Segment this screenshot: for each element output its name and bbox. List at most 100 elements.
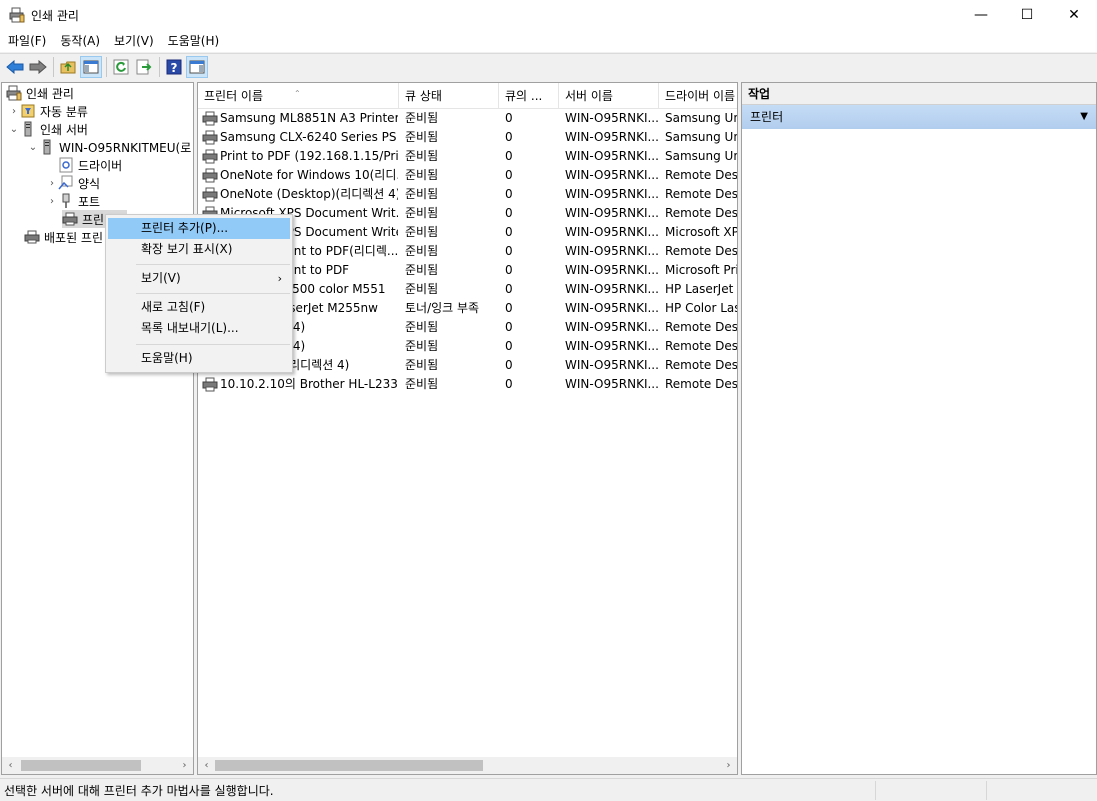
cell-jobs: 0 (505, 377, 513, 391)
tree-item-label: 배포된 프린 (44, 230, 104, 245)
menu-action[interactable]: 동작(A) (54, 30, 106, 52)
title-bar: 인쇄 관리 — ☐ ✕ (0, 0, 1097, 30)
cell-server-name: WIN-O95RNKI... (565, 130, 659, 144)
menu-bar: 파일(F) 동작(A) 보기(V) 도움말(H) (0, 30, 1097, 52)
table-row[interactable]: OneNote (Desktop)(리디렉션 4) 준비됨 0 WIN-O95RNKI… (198, 185, 737, 204)
chevron-right-icon[interactable]: › (8, 106, 20, 117)
menu-item-view[interactable]: 보기(V) › (108, 268, 290, 289)
table-row[interactable]: 10.10.2.10의 Brother HL-L233... 준비됨 0 WIN-O9… (198, 375, 738, 394)
show-hide-tree-icon[interactable] (80, 56, 102, 78)
scroll-thumb[interactable] (215, 760, 483, 771)
menu-view[interactable]: 보기(V) (108, 30, 160, 52)
table-row[interactable]: Print to PDF (192.168.1.15/Pri... 준비됨 0 WIN… (198, 147, 737, 166)
cell-printer-name: OneNote for Windows 10(리디... (220, 168, 398, 182)
cell-queue-status: 준비됨 (405, 149, 439, 163)
tree-item-ports[interactable]: › 포트 (46, 192, 100, 210)
menu-separator (136, 344, 290, 345)
tree-item-server[interactable]: ⌄ WIN-O95RNKITMEU(로 (27, 138, 191, 156)
cell-server-name: WIN-O95RNKI... (565, 358, 659, 372)
export-list-icon[interactable] (133, 56, 155, 78)
actions-group-printers[interactable]: 프린터 ▼ (742, 105, 1096, 129)
tree-item-print-servers[interactable]: ⌄ 인쇄 서버 (8, 120, 88, 138)
help-icon[interactable]: ? (163, 56, 185, 78)
column-header-driver-name[interactable]: 드라이버 이름 (659, 83, 737, 109)
chevron-down-icon[interactable]: ⌄ (27, 142, 39, 153)
scroll-thumb[interactable] (21, 760, 141, 771)
table-row[interactable]: Samsung ML8851N A3 Printer 준비됨 0 WIN-O95RNK… (198, 109, 737, 128)
menu-item-add-printer[interactable]: 프린터 추가(P)... (108, 218, 290, 239)
minimize-button[interactable]: — (958, 0, 1004, 30)
cell-server-name: WIN-O95RNKI... (565, 377, 659, 391)
printer-icon (202, 111, 218, 126)
printer-icon (202, 149, 218, 164)
cell-jobs: 0 (505, 206, 513, 220)
table-row[interactable]: OneNote for Windows 10(리디... 준비됨 0 WIN-O95R… (198, 166, 737, 185)
server-icon (20, 121, 36, 137)
tree-item-forms[interactable]: › 양식 (46, 174, 100, 192)
cell-queue-status: 준비됨 (405, 339, 439, 353)
chevron-right-icon[interactable]: › (46, 196, 58, 207)
menu-item-help[interactable]: 도움말(H) (108, 348, 290, 369)
show-hide-action-pane-icon[interactable] (186, 56, 208, 78)
cell-jobs: 0 (505, 358, 513, 372)
cell-queue-status: 준비됨 (405, 206, 439, 220)
column-header-queue-status[interactable]: 큐 상태 (399, 83, 499, 109)
list-horizontal-scrollbar[interactable]: ‹ › (198, 757, 737, 774)
menu-help[interactable]: 도움말(H) (162, 30, 226, 52)
collapse-arrow-icon[interactable]: ▼ (1080, 105, 1088, 129)
cell-server-name: WIN-O95RNKI... (565, 225, 659, 239)
cell-jobs: 0 (505, 320, 513, 334)
filter-folder-icon (20, 103, 36, 119)
actions-header: 작업 (742, 83, 1096, 105)
forward-icon[interactable] (27, 56, 49, 78)
tree-horizontal-scrollbar[interactable]: ‹ › (2, 757, 193, 774)
scroll-left-icon[interactable]: ‹ (198, 757, 215, 774)
cell-server-name: WIN-O95RNKI... (565, 339, 659, 353)
cell-jobs: 0 (505, 301, 513, 315)
cell-printer-name: Samsung CLX-6240 Series PS (220, 130, 397, 144)
scroll-track[interactable] (215, 757, 720, 774)
cell-queue-status: 준비됨 (405, 377, 439, 391)
cell-queue-status: 준비됨 (405, 168, 439, 182)
cell-driver-name: Remote Desk (665, 377, 738, 391)
column-header-label: 프린터 이름 (204, 89, 264, 103)
cell-printer-name: Print to PDF (192.168.1.15/Pri... (220, 149, 398, 163)
menu-item-refresh[interactable]: 새로 고침(F) (108, 297, 290, 318)
menu-file[interactable]: 파일(F) (2, 30, 52, 52)
toolbar-separator (53, 57, 54, 77)
tree-item-auto-filter[interactable]: › 자동 분류 (8, 102, 88, 120)
cell-jobs: 0 (505, 263, 513, 277)
column-header-jobs[interactable]: 큐의 ... (499, 83, 559, 109)
scroll-track[interactable] (19, 757, 176, 774)
context-menu: 프린터 추가(P)... 확장 보기 표시(X) 보기(V) › 새로 고침(F… (105, 214, 293, 373)
tree-root[interactable]: 인쇄 관리 (6, 84, 74, 102)
menu-item-export-list[interactable]: 목록 내보내기(L)... (108, 318, 290, 339)
column-header-server-name[interactable]: 서버 이름 (559, 83, 659, 109)
tree-item-drivers[interactable]: 드라이버 (58, 156, 122, 174)
print-management-icon (6, 85, 22, 101)
back-icon[interactable] (4, 56, 26, 78)
scroll-right-icon[interactable]: › (720, 757, 737, 774)
scroll-left-icon[interactable]: ‹ (2, 757, 19, 774)
cell-queue-status: 준비됨 (405, 130, 439, 144)
close-button[interactable]: ✕ (1051, 0, 1097, 30)
chevron-down-icon[interactable]: ⌄ (8, 124, 20, 135)
cell-driver-name: HP Color Las (665, 301, 738, 315)
cell-server-name: WIN-O95RNKI... (565, 149, 659, 163)
cell-queue-status: 준비됨 (405, 282, 439, 296)
up-folder-icon[interactable] (57, 56, 79, 78)
cell-driver-name: Remote Desk (665, 244, 738, 258)
cell-driver-name: Microsoft Prin (665, 263, 737, 277)
cell-server-name: WIN-O95RNKI... (565, 320, 659, 334)
toolbar-separator (159, 57, 160, 77)
cell-queue-status: 준비됨 (405, 111, 439, 125)
refresh-icon[interactable] (110, 56, 132, 78)
tree-root-label: 인쇄 관리 (26, 86, 74, 101)
menu-item-extended-view[interactable]: 확장 보기 표시(X) (108, 239, 290, 260)
maximize-button[interactable]: ☐ (1004, 0, 1050, 30)
scroll-right-icon[interactable]: › (176, 757, 193, 774)
column-header-printer-name[interactable]: 프린터 이름 ⌃ (198, 83, 399, 109)
tree-item-deployed-printers[interactable]: 배포된 프린 (24, 228, 103, 246)
table-row[interactable]: Samsung CLX-6240 Series PS 준비됨 0 WIN-O95RNK… (198, 128, 737, 147)
chevron-right-icon[interactable]: › (46, 178, 58, 189)
